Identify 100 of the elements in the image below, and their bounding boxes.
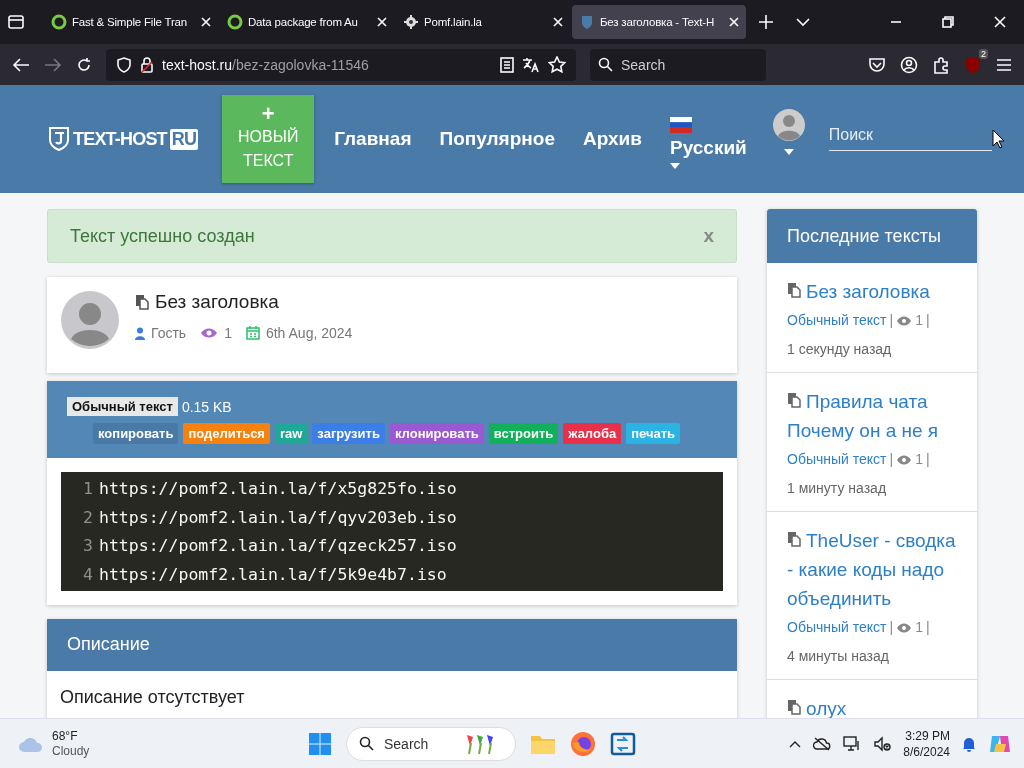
temperature[interactable]: 68°F <box>52 728 90 744</box>
restore-icon[interactable] <box>942 16 954 28</box>
document-icon <box>135 294 149 310</box>
tab-list-icon[interactable] <box>6 12 26 32</box>
new-tab-icon[interactable] <box>758 14 774 30</box>
back-arrow-icon[interactable] <box>12 56 30 73</box>
action-button[interactable]: клонировать <box>389 423 484 444</box>
chevron-up-icon[interactable] <box>789 739 802 748</box>
author-name[interactable]: Гость <box>151 325 187 341</box>
close-icon[interactable] <box>377 17 387 27</box>
taskbar-search[interactable]: Search <box>346 726 516 761</box>
code-line: https://pomf2.lain.la/f/qzeck257.iso <box>99 536 457 556</box>
time-ago: 1 секунду назад <box>787 340 893 359</box>
recent-text-link[interactable]: Без заголовка <box>787 277 957 306</box>
nav-link[interactable]: Популярное <box>439 128 555 150</box>
cloud-offline-icon[interactable] <box>813 736 832 751</box>
paste-title: Без заголовка <box>155 291 279 313</box>
view-count: 1 <box>915 311 923 330</box>
browser-tab[interactable]: Без заголовка - Text-H <box>572 5 746 39</box>
mouse-cursor-icon <box>992 129 1004 149</box>
search-field[interactable]: Search <box>590 48 766 81</box>
separator: | <box>889 618 894 637</box>
translate-icon[interactable] <box>522 56 540 73</box>
lock-icon <box>140 56 154 73</box>
weather-condition[interactable]: Cloudy <box>52 743 90 759</box>
view-count: 1 <box>915 618 923 637</box>
reload-icon[interactable] <box>76 56 92 73</box>
browser-tab[interactable]: Pomf.lain.la <box>396 5 570 39</box>
app-window-icon[interactable] <box>610 730 636 757</box>
action-button[interactable]: печать <box>626 423 681 444</box>
eye-icon <box>896 622 913 633</box>
action-button[interactable]: копировать <box>93 423 179 444</box>
forward-arrow-icon[interactable] <box>44 56 62 73</box>
browser-tab[interactable]: Fast & Simple File Tran <box>44 5 218 39</box>
shield-icon <box>116 56 132 73</box>
syntax-link[interactable]: Обычный текст <box>787 306 887 335</box>
time-ago: 4 минуты назад <box>787 647 890 666</box>
language-menu[interactable]: Русский <box>670 137 747 159</box>
site-logo-text[interactable]: TEXT-HOST <box>73 128 167 150</box>
file-size: 0.15 KB <box>181 398 232 415</box>
taskbar-clock[interactable]: 3:29 PM 8/6/2024 <box>903 727 950 760</box>
search-icon <box>598 57 613 72</box>
close-icon[interactable] <box>553 17 563 27</box>
line-number: 2 <box>82 507 94 527</box>
paste-date: 6th Aug, 2024 <box>265 325 353 341</box>
code-line: https://pomf2.lain.la/f/x5g825fo.iso <box>99 478 457 498</box>
russian-flag-icon <box>670 117 692 133</box>
windows-start-icon[interactable] <box>308 731 332 756</box>
chevron-down-icon[interactable] <box>796 17 810 27</box>
action-button[interactable]: встроить <box>488 423 559 444</box>
url-text: text-host.ru/bez-zagolovka-11546 <box>162 56 369 73</box>
sidebar-title: Последние тексты <box>787 225 941 247</box>
eye-icon <box>896 454 913 465</box>
bell-icon[interactable] <box>962 735 976 752</box>
nav-link[interactable]: Главная <box>334 128 412 150</box>
nav-link[interactable]: Архив <box>582 128 642 150</box>
browser-tab[interactable]: Data package from Au <box>220 5 394 39</box>
action-button[interactable]: жалоба <box>563 423 622 444</box>
eye-icon <box>200 327 219 339</box>
close-icon[interactable] <box>201 17 211 27</box>
action-button[interactable]: поделиться <box>183 423 270 444</box>
search-icon <box>359 736 374 751</box>
syntax-label: Обычный текст <box>67 397 178 416</box>
syntax-link[interactable]: Обычный текст <box>787 613 887 642</box>
view-count: 1 <box>915 450 923 469</box>
separator: | <box>925 618 930 637</box>
caret-icon[interactable] <box>783 149 794 155</box>
recent-text-link[interactable]: TheUser - сводка - какие коды надо объединить <box>787 526 957 613</box>
calendar-icon <box>245 326 260 340</box>
syntax-link[interactable]: Обычный текст <box>787 445 887 474</box>
pocket-icon[interactable] <box>868 56 886 73</box>
puzzle-icon[interactable] <box>932 55 950 74</box>
action-button[interactable]: загрузить <box>312 423 385 444</box>
account-icon[interactable] <box>900 55 918 74</box>
caret-icon[interactable] <box>670 163 680 169</box>
search-field[interactable]: Поиск <box>828 119 992 151</box>
close-button[interactable]: x <box>703 225 714 247</box>
action-button[interactable]: raw <box>274 423 308 444</box>
ring-icon <box>227 14 243 30</box>
address-bar[interactable]: text-host.ru/bez-zagolovka-11546 <box>106 48 576 81</box>
new-text-button[interactable]: + НОВЫЙ ТЕКСТ <box>222 95 315 183</box>
close-icon[interactable] <box>729 17 739 27</box>
star-icon[interactable] <box>548 55 566 74</box>
view-count: 1 <box>224 325 232 341</box>
menu-icon[interactable] <box>996 57 1012 72</box>
document-icon <box>787 531 801 547</box>
avatar-icon[interactable] <box>772 109 805 141</box>
shield-icon <box>579 14 595 30</box>
separator: | <box>889 311 894 330</box>
reader-view-icon[interactable] <box>500 56 514 73</box>
separator: | <box>889 450 894 469</box>
close-icon[interactable] <box>994 16 1006 28</box>
alert-message: Текст успешно создан <box>70 225 255 247</box>
description-text: Описание отсутствует <box>47 670 737 718</box>
document-icon <box>787 282 801 298</box>
ring-icon <box>51 14 67 30</box>
line-number: 1 <box>82 478 94 498</box>
site-logo-suffix[interactable]: RU <box>169 128 199 150</box>
muted-speaker-icon[interactable] <box>873 735 892 752</box>
recent-text-link[interactable]: Правила чата Почему он а не я <box>787 387 957 445</box>
